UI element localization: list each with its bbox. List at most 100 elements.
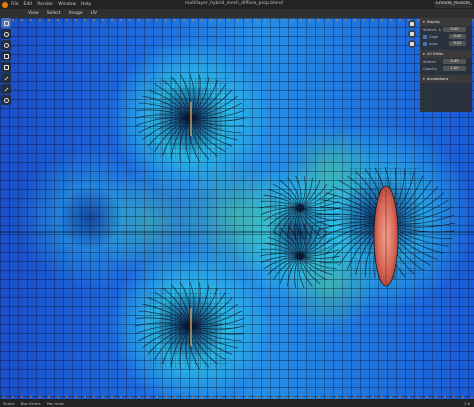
scene-selector[interactable]: Emode_muscle_LCSS [434, 1, 472, 8]
edge-vertex-dot [318, 396, 320, 398]
edge-vertex-dot [102, 19, 104, 21]
row-value-field[interactable]: 1.00 [443, 66, 466, 71]
row-value-field[interactable]: 0.02 [449, 41, 466, 46]
camera-view-icon[interactable] [408, 40, 416, 48]
edge-vertex-dot [39, 19, 41, 21]
edge-vertex-dot [3, 396, 5, 398]
tool-move[interactable] [1, 29, 11, 39]
row-value-field[interactable]: 0.49 [443, 59, 466, 64]
status-pan-view: Pan View [46, 400, 64, 406]
edge-vertex-dot [426, 396, 428, 398]
edge-vertex-dot [417, 396, 419, 398]
edge-vertex-dot [75, 396, 77, 398]
status-select: Select [3, 400, 15, 406]
tool-pin[interactable] [1, 95, 11, 105]
edge-vertex-dot [363, 396, 365, 398]
app-logo-icon[interactable] [2, 1, 8, 8]
tool-rotate[interactable] [1, 40, 11, 50]
tool-annotate[interactable] [1, 73, 11, 83]
edge-vertex-dot [165, 396, 167, 398]
edge-vertex-dot [156, 396, 158, 398]
edge-vertex-dot [129, 19, 131, 21]
edge-vertex-dot [111, 19, 113, 21]
menu-render[interactable]: Render [37, 2, 53, 7]
edge-vertex-dot [390, 19, 392, 21]
edge-vertex-dot [363, 19, 365, 21]
tool-transform[interactable] [1, 62, 11, 72]
menu-file[interactable]: File [11, 2, 19, 7]
edge-vertex-dot [183, 19, 185, 21]
row-value-field[interactable]: 0.00 [443, 27, 466, 32]
tool-scale[interactable] [1, 51, 11, 61]
edge-vertex-dot [156, 19, 158, 21]
edge-vertex-dot [21, 19, 23, 21]
edge-vertex-dot [30, 19, 32, 21]
edge-vertex-dot [165, 19, 167, 21]
edge-vertex-dot [282, 396, 284, 398]
checkbox-icon[interactable] [423, 34, 427, 39]
edge-vertex-dot [21, 396, 23, 398]
version-label: 3.6 [463, 401, 470, 406]
edge-vertex-dot [372, 19, 374, 21]
edge-vertex-dot [309, 19, 311, 21]
edge-vertex-dot [300, 396, 302, 398]
edge-vertex-dot [183, 396, 185, 398]
panel-annotations-header[interactable]: Annotations [420, 75, 472, 83]
edge-vertex-dot [138, 396, 140, 398]
edge-vertex-dot [435, 396, 437, 398]
edge-vertex-dot [192, 19, 194, 21]
header-menu-view[interactable]: View [28, 11, 39, 16]
edge-vertex-dot [93, 396, 95, 398]
tool-measure[interactable] [1, 84, 11, 94]
uv-mesh-canvas[interactable] [0, 18, 474, 399]
edge-vertex-dot [372, 396, 374, 398]
edge-vertex-dot [93, 19, 95, 21]
edge-vertex-dot [237, 396, 239, 398]
menu-help[interactable]: Help [81, 2, 91, 7]
menu-window[interactable]: Window [58, 2, 76, 7]
tool-cursor[interactable] [1, 18, 11, 28]
row-value-field[interactable]: 0.00 [449, 34, 466, 39]
edge-vertex-dot [111, 396, 113, 398]
mesh-fine-patch [150, 288, 230, 368]
edge-vertex-dot [471, 396, 473, 398]
panel-display-header[interactable]: Display [420, 18, 472, 26]
header-menu-image[interactable]: Image [69, 11, 83, 16]
edge-vertex-dot [201, 19, 203, 21]
panel-row: Stretch 0.49 [420, 58, 472, 65]
pin-icon [3, 97, 9, 103]
panel-uv-editor-header[interactable]: UV Editor [420, 50, 472, 58]
pan-gizmo-icon[interactable] [408, 30, 416, 38]
tool-shelf [1, 18, 12, 106]
editor-header: View Select Image UV [0, 9, 474, 18]
uv-viewport[interactable] [0, 18, 474, 399]
edge-vertex-dot [66, 396, 68, 398]
edge-vertex-dot [264, 396, 266, 398]
edge-vertex-dot [354, 19, 356, 21]
edge-vertex-dot [147, 396, 149, 398]
edge-vertex-dot [453, 396, 455, 398]
edge-vertex-dot [210, 19, 212, 21]
edge-vertex-dot [336, 396, 338, 398]
edge-vertex-dot [390, 396, 392, 398]
zoom-gizmo-icon[interactable] [408, 20, 416, 28]
header-menu-select[interactable]: Select [47, 11, 61, 16]
header-menu-uv[interactable]: UV [91, 11, 97, 16]
checkbox-icon[interactable] [423, 41, 427, 46]
edge-vertex-dot [381, 19, 383, 21]
edge-vertex-dot [66, 19, 68, 21]
edge-vertex-dot [381, 396, 383, 398]
menu-edit[interactable]: Edit [24, 2, 33, 7]
edge-vertex-dot [219, 19, 221, 21]
edge-vertex-dot [210, 396, 212, 398]
edge-vertex-dot [273, 19, 275, 21]
edge-vertex-dot [318, 19, 320, 21]
measure-icon [3, 86, 9, 92]
annotate-icon [3, 75, 9, 81]
edge-vertex-dot [12, 396, 14, 398]
status-bar: Select Box Select Pan View 3.6 [0, 399, 474, 407]
edge-vertex-dot [336, 19, 338, 21]
edge-vertex-dot [345, 396, 347, 398]
transform-icon [3, 64, 9, 70]
edge-vertex-dot [228, 396, 230, 398]
